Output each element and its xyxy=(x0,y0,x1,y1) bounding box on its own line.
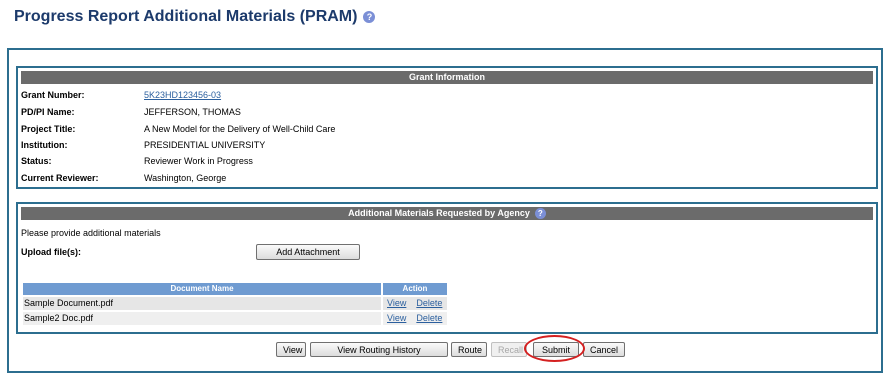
main-container: Grant Information Grant Number: 5K23HD12… xyxy=(7,48,883,373)
submit-button[interactable]: Submit xyxy=(533,342,579,357)
view-link[interactable]: View xyxy=(387,313,406,323)
page-title-text: Progress Report Additional Materials (PR… xyxy=(14,8,358,25)
document-name: Sample Document.pdf xyxy=(24,298,114,308)
current-reviewer-value: Washington, George xyxy=(144,173,227,183)
grant-information-panel: Grant Information Grant Number: 5K23HD12… xyxy=(16,66,878,189)
table-row: Sample Document.pdf xyxy=(23,297,381,310)
grant-number-link[interactable]: 5K23HD123456-03 xyxy=(144,90,221,100)
cancel-button[interactable]: Cancel xyxy=(583,342,625,357)
view-routing-history-button[interactable]: View Routing History xyxy=(310,342,448,357)
project-title-value: A New Model for the Delivery of Well-Chi… xyxy=(144,124,336,134)
document-name: Sample2 Doc.pdf xyxy=(24,313,94,323)
view-link[interactable]: View xyxy=(387,298,406,308)
grant-number-label: Grant Number: xyxy=(21,90,85,100)
view-button[interactable]: View xyxy=(276,342,306,357)
institution-value: PRESIDENTIAL UNIVERSITY xyxy=(144,140,266,150)
action-cell: View Delete xyxy=(383,297,447,310)
table-row: Sample2 Doc.pdf xyxy=(23,312,381,325)
page-title: Progress Report Additional Materials (PR… xyxy=(14,8,376,26)
status-value: Reviewer Work in Progress xyxy=(144,156,253,166)
grant-information-title: Grant Information xyxy=(409,72,485,82)
current-reviewer-label: Current Reviewer: xyxy=(21,173,99,183)
recall-button[interactable]: Recall xyxy=(491,342,527,357)
institution-label: Institution: xyxy=(21,140,68,150)
action-cell: View Delete xyxy=(383,312,447,325)
upload-label: Upload file(s): xyxy=(21,247,81,257)
status-label: Status: xyxy=(21,156,52,166)
pi-name-value: JEFFERSON, THOMAS xyxy=(144,107,241,117)
add-attachment-button[interactable]: Add Attachment xyxy=(256,244,360,260)
route-button[interactable]: Route xyxy=(451,342,487,357)
additional-materials-title: Additional Materials Requested by Agency xyxy=(348,208,530,218)
additional-materials-panel: Additional Materials Requested by Agency… xyxy=(16,202,878,334)
pi-name-label: PD/PI Name: xyxy=(21,107,75,117)
document-name-column-header: Document Name xyxy=(23,283,381,295)
instructions-text: Please provide additional materials xyxy=(21,228,161,238)
project-title-label: Project Title: xyxy=(21,124,76,134)
help-icon[interactable]: ? xyxy=(534,208,546,219)
grant-information-header: Grant Information xyxy=(21,71,873,84)
delete-link[interactable]: Delete xyxy=(416,313,442,323)
additional-materials-header: Additional Materials Requested by Agency… xyxy=(21,207,873,220)
delete-link[interactable]: Delete xyxy=(416,298,442,308)
action-column-header: Action xyxy=(383,283,447,295)
help-icon[interactable]: ? xyxy=(363,11,376,23)
